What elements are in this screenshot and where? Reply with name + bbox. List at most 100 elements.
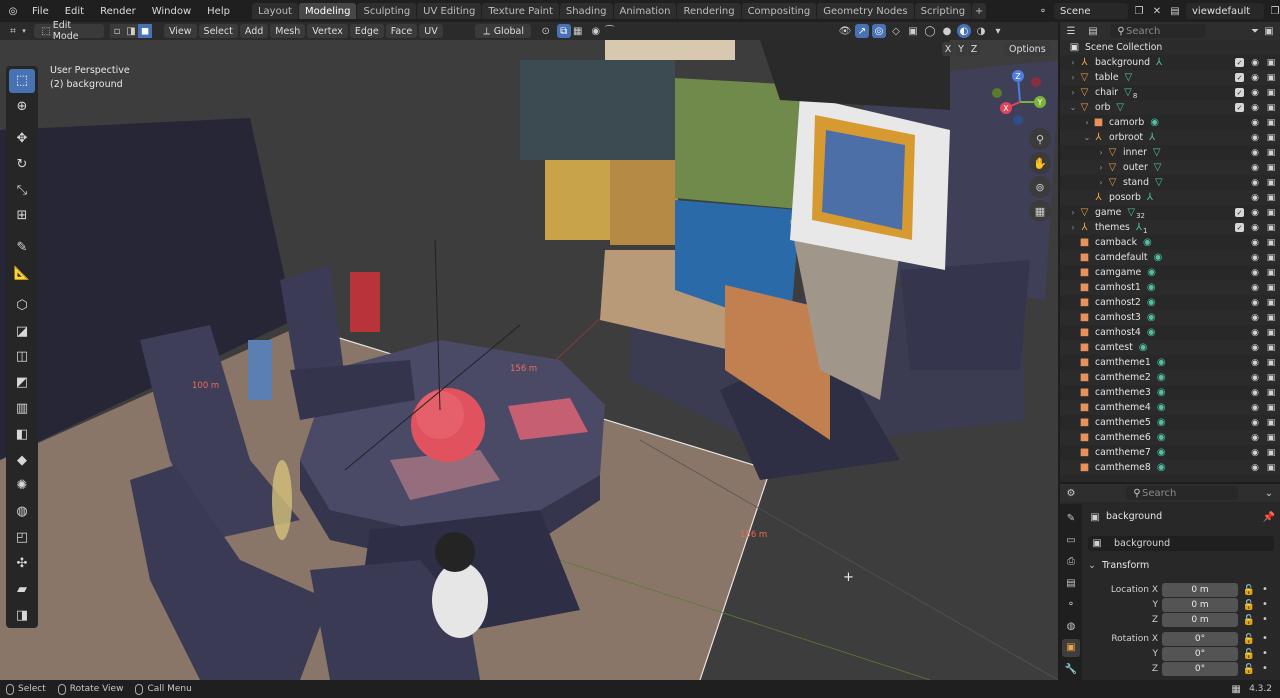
shear-tool-icon[interactable]: ▰	[9, 577, 35, 601]
xray-icon[interactable]: ▣	[906, 24, 920, 38]
tab-sculpting[interactable]: Sculpting	[357, 3, 417, 19]
menu-window[interactable]: Window	[144, 6, 199, 17]
bevel-tool-icon[interactable]: ◩	[9, 371, 35, 395]
add-workspace-button[interactable]: +	[972, 3, 987, 19]
menu-render[interactable]: Render	[92, 6, 144, 17]
rotation-y-field[interactable]: 0°	[1162, 647, 1238, 661]
add-cube-tool-icon[interactable]: ⬡	[9, 293, 35, 317]
outliner-row[interactable]: › ▽ chair ▽ 8 ✓ ◉ ▣	[1060, 85, 1280, 100]
eye-icon[interactable]: ◉	[1250, 418, 1260, 428]
shrink-fatten-tool-icon[interactable]: ✣	[9, 551, 35, 575]
menu-add[interactable]: Add	[239, 24, 269, 38]
new-collection-icon[interactable]: ▣	[1262, 24, 1276, 38]
tab-compositing[interactable]: Compositing	[741, 3, 817, 19]
render-camera-icon[interactable]: ▣	[1266, 193, 1276, 203]
eye-icon[interactable]: ◉	[1250, 463, 1260, 473]
eye-icon[interactable]: ◉	[1250, 358, 1260, 368]
menu-help[interactable]: Help	[199, 6, 238, 17]
tab-scripting[interactable]: Scripting	[914, 3, 972, 19]
exclude-checkbox[interactable]: ✓	[1235, 88, 1244, 97]
chevron-down-icon[interactable]: ▾	[20, 24, 28, 38]
output-tab-icon[interactable]: ⎙	[1062, 553, 1080, 571]
eye-icon[interactable]: ◉	[1250, 238, 1260, 248]
mode-selector[interactable]: ⬚ Edit Mode	[34, 20, 104, 42]
menu-file[interactable]: File	[24, 6, 57, 17]
copy-icon[interactable]: ❐	[1132, 4, 1146, 18]
lock-icon[interactable]: 🔓	[1242, 662, 1256, 676]
knife-tool-icon[interactable]: ◧	[9, 422, 35, 446]
render-camera-icon[interactable]: ▣	[1266, 208, 1276, 218]
spin-tool-icon[interactable]: ✺	[9, 474, 35, 498]
pin-icon[interactable]: 📌	[1262, 510, 1276, 524]
outliner-row[interactable]: › ▽ inner ▽ ◉ ▣	[1060, 145, 1280, 160]
axis-x-button[interactable]: X	[942, 42, 954, 56]
eye-icon[interactable]: ◉	[1250, 223, 1260, 233]
keyframe-dot-icon[interactable]: •	[1262, 663, 1268, 674]
tab-texture-paint[interactable]: Texture Paint	[482, 3, 559, 19]
close-icon[interactable]: ✕	[1150, 4, 1164, 18]
eye-icon[interactable]: ◉	[1250, 253, 1260, 263]
outliner-row[interactable]: ⌄ ⅄ orbroot ⅄ ◉ ▣	[1060, 130, 1280, 145]
scene-selector[interactable]: Scene	[1054, 3, 1128, 19]
outliner-row[interactable]: ■ camhost1 ◉ ◉ ▣	[1060, 280, 1280, 295]
eye-icon[interactable]: ◉	[1250, 103, 1260, 113]
exclude-checkbox[interactable]: ✓	[1235, 73, 1244, 82]
outliner-row[interactable]: › ■ camorb ◉ ◉ ▣	[1060, 115, 1280, 130]
scale-tool-icon[interactable]: ⤡	[9, 178, 35, 202]
location-y-field[interactable]: 0 m	[1162, 598, 1238, 612]
filter-icon[interactable]: ⏷	[1248, 24, 1262, 38]
tab-layout[interactable]: Layout	[251, 3, 298, 19]
outliner-row[interactable]: ■ camback ◉ ◉ ▣	[1060, 235, 1280, 250]
outliner-row[interactable]: ⅄ posorb ⅄ ◉ ▣	[1060, 190, 1280, 205]
render-camera-icon[interactable]: ▣	[1266, 103, 1276, 113]
expand-arrow-icon[interactable]: ›	[1068, 208, 1078, 217]
expand-arrow-icon[interactable]: ›	[1068, 88, 1078, 97]
pivot-icon[interactable]: ⊙	[539, 24, 553, 38]
tab-uv-editing[interactable]: UV Editing	[417, 3, 482, 19]
menu-edit[interactable]: Edit	[57, 6, 92, 17]
cursor-tool-icon[interactable]: ⊕	[9, 95, 35, 119]
render-camera-icon[interactable]: ▣	[1266, 463, 1276, 473]
eye-icon[interactable]: ◉	[1250, 178, 1260, 188]
keyframe-dot-icon[interactable]: •	[1262, 648, 1268, 659]
outliner-row[interactable]: ■ camtheme6 ◉ ◉ ▣	[1060, 430, 1280, 445]
rendered-shading-icon[interactable]: ◑	[974, 24, 988, 38]
expand-arrow-icon[interactable]: ›	[1096, 148, 1106, 157]
keyframe-dot-icon[interactable]: •	[1262, 599, 1268, 610]
menu-mesh[interactable]: Mesh	[270, 24, 306, 38]
render-camera-icon[interactable]: ▣	[1266, 163, 1276, 173]
pan-hand-icon[interactable]: ✋	[1029, 152, 1051, 174]
edge-slide-tool-icon[interactable]: ◰	[9, 526, 35, 550]
render-camera-icon[interactable]: ▣	[1266, 58, 1276, 68]
render-camera-icon[interactable]: ▣	[1266, 268, 1276, 278]
solid-shading-icon[interactable]: ●	[940, 24, 954, 38]
3d-viewport[interactable]: User Perspective (2) background 100 m 15…	[0, 40, 1058, 680]
properties-editor-icon[interactable]: ⚙	[1064, 486, 1078, 500]
tab-animation[interactable]: Animation	[613, 3, 677, 19]
camera-view-icon[interactable]: ⊚	[1029, 176, 1051, 198]
render-camera-icon[interactable]: ▣	[1266, 118, 1276, 128]
gizmo-toggle-icon[interactable]: ↗	[855, 24, 869, 38]
outliner-editor-icon[interactable]: ☰	[1064, 24, 1078, 38]
outliner-row[interactable]: ■ camhost4 ◉ ◉ ▣	[1060, 325, 1280, 340]
outliner-row[interactable]: › ⅄ background ⅄ ✓ ◉ ▣	[1060, 55, 1280, 70]
falloff-icon[interactable]: ⁀	[603, 24, 617, 38]
render-camera-icon[interactable]: ▣	[1266, 133, 1276, 143]
outliner-row[interactable]: ■ camtest ◉ ◉ ▣	[1060, 340, 1280, 355]
smooth-tool-icon[interactable]: ◍	[9, 500, 35, 524]
object-tab-icon[interactable]: ▣	[1062, 639, 1080, 657]
tab-rendering[interactable]: Rendering	[677, 3, 741, 19]
move-tool-icon[interactable]: ✥	[9, 127, 35, 151]
lock-icon[interactable]: 🔓	[1242, 583, 1256, 597]
render-camera-icon[interactable]: ▣	[1266, 238, 1276, 248]
loop-cut-tool-icon[interactable]: ▥	[9, 397, 35, 421]
outliner-row[interactable]: › ▽ game ▽ 32 ✓ ◉ ▣	[1060, 205, 1280, 220]
menu-view[interactable]: View	[164, 24, 197, 38]
location-z-field[interactable]: 0 m	[1162, 613, 1238, 627]
render-camera-icon[interactable]: ▣	[1266, 73, 1276, 83]
vertex-select-icon[interactable]: ▫	[110, 24, 124, 38]
outliner-row[interactable]: ■ camtheme7 ◉ ◉ ▣	[1060, 445, 1280, 460]
mesh-overlay-icon[interactable]: ◇	[889, 24, 903, 38]
exclude-checkbox[interactable]: ✓	[1235, 58, 1244, 67]
expand-arrow-icon[interactable]: ›	[1082, 118, 1092, 127]
